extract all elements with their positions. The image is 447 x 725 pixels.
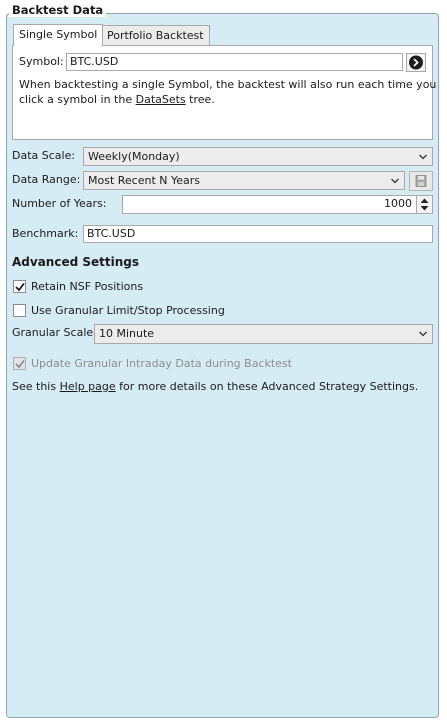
tab-portfolio-backtest[interactable]: Portfolio Backtest: [101, 25, 210, 45]
arrow-right-icon: [409, 55, 423, 70]
help-text-line1: When backtesting a single Symbol, the ba…: [19, 78, 437, 91]
save-range-button[interactable]: [409, 171, 433, 191]
symbol-label: Symbol:: [19, 55, 64, 68]
checkmark-icon: [15, 359, 25, 369]
update-granular-label: Update Granular Intraday Data during Bac…: [31, 357, 292, 370]
benchmark-label: Benchmark:: [12, 227, 79, 240]
footer-text-a: See this: [12, 380, 60, 393]
help-page-link[interactable]: Help page: [60, 380, 116, 393]
help-text-a: click a symbol in the: [19, 93, 136, 106]
number-of-years-label: Number of Years:: [12, 197, 107, 210]
go-button[interactable]: [406, 53, 426, 72]
footer-text-b: for more details on these Advanced Strat…: [115, 380, 419, 393]
advanced-footer: See this Help page for more details on t…: [12, 380, 418, 394]
data-scale-select[interactable]: Weekly(Monday): [83, 147, 433, 166]
retain-nsf-label: Retain NSF Positions: [31, 280, 144, 293]
data-range-value: Most Recent N Years: [88, 174, 201, 187]
benchmark-input[interactable]: BTC.USD: [83, 225, 433, 243]
granular-scale-label: Granular Scale: [12, 326, 94, 339]
checkmark-icon: [15, 282, 25, 292]
update-granular-checkbox: [13, 357, 26, 370]
years-spinner[interactable]: [416, 195, 433, 214]
use-granular-checkbox[interactable]: [13, 304, 26, 317]
datasets-link[interactable]: DataSets: [136, 93, 186, 106]
chevron-down-icon: [419, 331, 427, 337]
granular-scale-value: 10 Minute: [99, 327, 155, 340]
chevron-down-icon: [419, 154, 427, 160]
tab-single-symbol[interactable]: Single Symbol: [13, 24, 104, 46]
use-granular-label: Use Granular Limit/Stop Processing: [31, 304, 225, 317]
spinner-arrows-icon: [420, 198, 429, 211]
symbol-input[interactable]: BTC.USD: [66, 53, 403, 71]
data-scale-label: Data Scale:: [12, 149, 76, 162]
help-text-b: tree.: [185, 93, 215, 106]
number-of-years-input[interactable]: 1000: [122, 195, 417, 214]
data-range-label: Data Range:: [12, 173, 81, 186]
data-range-select[interactable]: Most Recent N Years: [83, 171, 405, 190]
retain-nsf-checkbox[interactable]: [13, 280, 26, 293]
chevron-down-icon: [391, 178, 399, 184]
advanced-settings-heading: Advanced Settings: [12, 255, 140, 269]
data-scale-value: Weekly(Monday): [88, 150, 180, 163]
granular-scale-select[interactable]: 10 Minute: [94, 324, 433, 344]
group-title: Backtest Data: [9, 3, 107, 17]
save-icon: [415, 175, 427, 187]
help-text-line2: click a symbol in the DataSets tree.: [19, 93, 215, 107]
